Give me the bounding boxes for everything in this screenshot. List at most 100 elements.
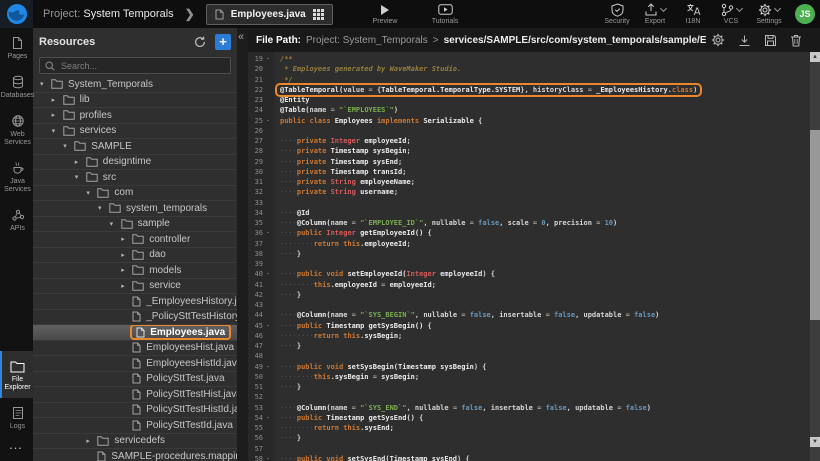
fold-marker-icon[interactable]: -: [263, 362, 273, 372]
save-icon[interactable]: [764, 34, 777, 47]
tree-item-label: profiles: [80, 110, 112, 121]
code-token: employeeId: [436, 270, 482, 278]
preview-button[interactable]: Preview: [370, 3, 400, 25]
topbar-settings-button[interactable]: Settings: [754, 3, 784, 25]
gear-icon[interactable]: [711, 33, 725, 47]
tree-item[interactable]: ▸service: [33, 279, 237, 295]
fold-marker-icon[interactable]: -: [263, 116, 273, 126]
tree-item[interactable]: ▾system_temporals: [33, 201, 237, 217]
code-token: }: [297, 342, 301, 350]
tree-item[interactable]: ▸dao: [33, 248, 237, 264]
code-token: 10: [605, 219, 613, 227]
trash-icon[interactable]: [790, 34, 802, 47]
i18n-icon: [686, 3, 701, 16]
code-token: =: [470, 219, 478, 227]
fold-marker-icon[interactable]: -: [263, 454, 273, 461]
add-resource-button[interactable]: +: [215, 34, 231, 50]
tree-item[interactable]: ▾sample: [33, 217, 237, 233]
wavemaker-logo[interactable]: [0, 0, 33, 28]
tree-item[interactable]: ▸servicedefs: [33, 434, 237, 450]
sidebar-item-databases[interactable]: Databases: [0, 67, 33, 106]
code-token: ····: [280, 229, 297, 237]
search-box[interactable]: [39, 57, 231, 74]
tree-item[interactable]: ▸models: [33, 263, 237, 279]
topbar-center-actions: Preview Tutorials: [370, 0, 460, 28]
tree-item[interactable]: ▾SAMPLE: [33, 139, 237, 155]
caret-expanded-icon: ▾: [63, 142, 74, 150]
gutter-line: 31: [248, 177, 275, 187]
fold-spacer: [263, 146, 273, 156]
collapse-panel-icon[interactable]: «: [238, 31, 244, 43]
scrollbar-thumb[interactable]: [810, 130, 820, 320]
topbar-export-button[interactable]: Export: [640, 3, 670, 25]
code-token: name: [310, 106, 331, 114]
user-avatar[interactable]: JS: [795, 4, 815, 24]
code-line: @Entity: [280, 95, 810, 105]
fold-marker-icon[interactable]: -: [263, 54, 273, 64]
tree-item-label: designtime: [103, 156, 151, 167]
tree-item[interactable]: EmployeesHistId.java: [33, 356, 237, 372]
search-input[interactable]: [59, 60, 225, 72]
tree-item[interactable]: SAMPLE-procedures.mappings.json: [33, 449, 237, 461]
sidebar-item-apis[interactable]: APIs: [0, 200, 33, 239]
fold-marker-icon[interactable]: -: [263, 269, 273, 279]
export-icon: [644, 3, 666, 16]
code-editor[interactable]: 19-202122232425-2627282930313233343536-3…: [248, 52, 810, 461]
scroll-down-button[interactable]: ▼: [810, 437, 820, 447]
tree-item-label: EmployeesHist.java: [146, 342, 234, 353]
sidebar-item-logs[interactable]: Logs: [0, 398, 33, 437]
code-token: false: [478, 219, 499, 227]
tree-item[interactable]: _PolicySttTestHistory.java: [33, 310, 237, 326]
code-token: private: [297, 168, 331, 176]
grid-icon[interactable]: [313, 9, 324, 20]
tree-item[interactable]: ▸designtime: [33, 155, 237, 171]
line-number: 36: [248, 228, 263, 238]
sidebar-item-web-services[interactable]: Web Services: [0, 106, 33, 153]
code-token: private: [297, 188, 331, 196]
sidebar-item-pages[interactable]: Pages: [0, 28, 33, 67]
gutter-line: 44: [248, 310, 275, 320]
fold-marker-icon[interactable]: -: [263, 228, 273, 238]
line-number: 38: [248, 249, 263, 259]
tree-item[interactable]: ▾src: [33, 170, 237, 186]
tree-item[interactable]: EmployeesHist.java: [33, 341, 237, 357]
tree-item-label: Employees.java: [150, 327, 225, 338]
resources-header: Resources +: [33, 28, 237, 54]
tree-item-label: System_Temporals: [68, 79, 153, 90]
download-icon[interactable]: [738, 34, 751, 47]
tree-item[interactable]: ▾com: [33, 186, 237, 202]
sidebar-item-java-services[interactable]: Java Services: [0, 153, 33, 200]
folder-icon: [86, 172, 98, 182]
tree-item[interactable]: PolicySttTestHistId.java: [33, 403, 237, 419]
sidebar-more-button[interactable]: ...: [0, 437, 33, 461]
tree-item[interactable]: ▸profiles: [33, 108, 237, 124]
code-token: this: [314, 373, 331, 381]
tutorials-button[interactable]: Tutorials: [430, 3, 460, 25]
tree-item-label: SAMPLE-procedures.mappings.json: [111, 451, 237, 461]
tree-item[interactable]: ▾services: [33, 124, 237, 140]
folder-icon: [63, 126, 75, 136]
folder-icon: [63, 110, 75, 120]
code-token: this: [314, 281, 331, 289]
tree-item[interactable]: PolicySttTestId.java: [33, 418, 237, 434]
topbar-vcs-button[interactable]: VCS: [716, 3, 746, 25]
tree-item[interactable]: Employees.java: [33, 325, 237, 341]
sidebar-item-file-explorer[interactable]: File Explorer: [0, 351, 33, 398]
refresh-icon[interactable]: [194, 36, 206, 48]
gutter-line: 46: [248, 331, 275, 341]
tree-item[interactable]: ▸lib: [33, 93, 237, 109]
file-tab-employees-java[interactable]: Employees.java: [206, 4, 333, 25]
code-line: @Table(name = "`EMPLOYEES`"): [280, 105, 810, 115]
tree-item[interactable]: PolicySttTest.java: [33, 372, 237, 388]
tree-item[interactable]: ▾System_Temporals: [33, 77, 237, 93]
fold-marker-icon[interactable]: -: [263, 413, 273, 423]
code-token: false: [554, 311, 575, 319]
tree-item[interactable]: _EmployeesHistory.java: [33, 294, 237, 310]
topbar-i18n-button[interactable]: I18N: [678, 3, 708, 25]
tree-item[interactable]: PolicySttTestHist.java: [33, 387, 237, 403]
fold-marker-icon[interactable]: -: [263, 321, 273, 331]
scroll-up-button[interactable]: ▲: [810, 52, 820, 62]
caret-expanded-icon: ▾: [86, 189, 97, 197]
tree-item[interactable]: ▸controller: [33, 232, 237, 248]
topbar-security-button[interactable]: Security: [602, 3, 632, 25]
